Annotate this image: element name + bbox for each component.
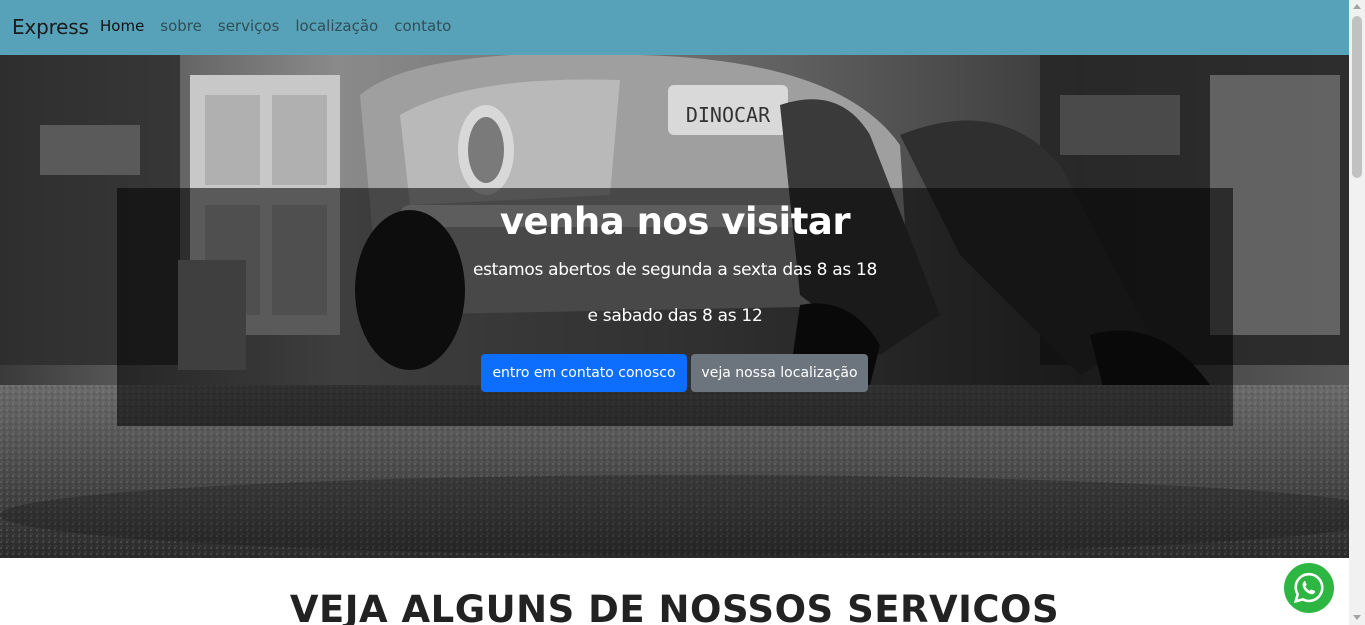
- services-heading: VEJA ALGUNS DE NOSSOS SERVICOS: [289, 588, 1060, 625]
- nav-item-sobre[interactable]: sobre: [160, 17, 202, 35]
- nav-links: Home sobre serviços localização contato: [100, 17, 467, 35]
- nav-item-localizacao[interactable]: localização: [295, 17, 378, 35]
- whatsapp-button[interactable]: [1284, 563, 1334, 613]
- hero-overlay-box: venha nos visitar estamos abertos de seg…: [117, 188, 1233, 426]
- hero-section: DINOCAR venha nos visitar estamos aberto…: [0, 55, 1349, 558]
- hero-hours-weekdays: estamos abertos de segunda a sexta das 8…: [472, 260, 878, 280]
- page-scrollbar[interactable]: [1349, 0, 1365, 625]
- nav-item-contato[interactable]: contato: [394, 17, 451, 35]
- scroll-up-arrow-icon[interactable]: [1353, 4, 1361, 9]
- hero-hours-saturday: e sabado das 8 as 12: [587, 306, 763, 326]
- contact-button[interactable]: entro em contato conosco: [481, 354, 687, 392]
- nav-item-servicos[interactable]: serviços: [218, 17, 280, 35]
- license-plate: DINOCAR: [686, 103, 771, 127]
- navbar: Express Home sobre serviços localização …: [0, 0, 1349, 55]
- location-button[interactable]: veja nossa localização: [691, 354, 868, 392]
- nav-item-home[interactable]: Home: [100, 17, 144, 35]
- scroll-thumb[interactable]: [1352, 16, 1362, 178]
- brand-logo[interactable]: Express: [12, 15, 89, 39]
- hero-title: venha nos visitar: [499, 200, 851, 243]
- whatsapp-icon: [1293, 572, 1324, 604]
- scroll-down-arrow-icon[interactable]: [1353, 615, 1361, 620]
